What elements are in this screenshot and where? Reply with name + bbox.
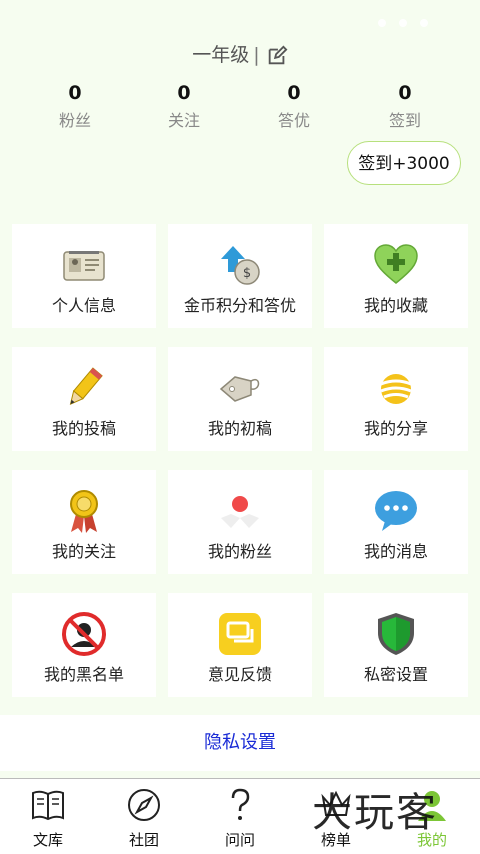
tab-label: 文库	[32, 831, 63, 849]
menu-item-label: 我的关注	[51, 542, 116, 561]
shield-icon	[378, 613, 414, 655]
tab-label: 问问	[224, 831, 255, 849]
menu-item-label: 我的收藏	[363, 296, 428, 315]
tab-clubs[interactable]: 社团	[96, 779, 192, 854]
menu-item-label: 金币积分和答优	[183, 296, 296, 315]
stat-label: 答优	[277, 111, 310, 130]
menu-item-fans[interactable]: 我的粉丝	[168, 470, 312, 574]
blocked-person-icon	[62, 612, 106, 656]
tag-icon	[219, 376, 260, 402]
menu-item-label: 意见反馈	[207, 665, 272, 684]
compass-icon	[128, 789, 160, 821]
stats-row: 0 粉丝 0 关注 0 答优 0 签到	[0, 82, 480, 132]
stat-value: 0	[287, 82, 301, 104]
watermark-logo: 大玩客	[312, 790, 438, 836]
grade-label: 一年级	[192, 44, 250, 66]
signin-button[interactable]: 签到+3000	[347, 141, 461, 185]
menu-item-label: 我的初稿	[207, 419, 272, 438]
stat-label: 签到	[388, 111, 421, 130]
stat-checkins[interactable]: 0 签到	[350, 82, 460, 131]
privacy-settings-bar: 隐私设置	[0, 715, 480, 771]
menu-item-label: 我的粉丝	[207, 542, 272, 561]
menu-item-label: 私密设置	[363, 665, 428, 684]
menu-item-submissions[interactable]: 我的投稿	[12, 347, 156, 451]
svg-text:$: $	[243, 266, 251, 281]
menu-item-shares[interactable]: 我的分享	[324, 347, 468, 451]
stat-label: 粉丝	[58, 111, 91, 130]
stat-fans[interactable]: 0 粉丝	[20, 82, 130, 131]
stat-value: 0	[177, 82, 191, 104]
grade-separator: |	[253, 44, 260, 66]
menu-item-private-settings[interactable]: 私密设置	[324, 593, 468, 697]
pencil-icon	[69, 367, 103, 405]
heart-plus-icon	[374, 244, 418, 284]
menu-item-label: 我的黑名单	[43, 665, 124, 684]
menu-item-personal-info[interactable]: 个人信息	[12, 224, 156, 328]
menu-item-feedback[interactable]: 意见反馈	[168, 593, 312, 697]
menu-item-blacklist[interactable]: 我的黑名单	[12, 593, 156, 697]
privacy-settings-link[interactable]: 隐私设置	[204, 732, 276, 753]
tab-questions[interactable]: 问问	[192, 779, 288, 854]
menu-item-messages[interactable]: 我的消息	[324, 470, 468, 574]
feedback-icon	[219, 613, 261, 655]
stat-following[interactable]: 0 关注	[129, 82, 239, 131]
menu-item-label: 我的分享	[363, 419, 428, 438]
menu-item-drafts[interactable]: 我的初稿	[168, 347, 312, 451]
edit-icon[interactable]	[266, 45, 288, 67]
grade-row: 一年级 |	[0, 40, 480, 67]
striped-ball-icon	[380, 374, 412, 404]
book-icon	[32, 790, 64, 821]
medal-icon	[70, 490, 98, 533]
tab-label: 社团	[128, 831, 159, 849]
stat-best-answers[interactable]: 0 答优	[239, 82, 349, 131]
menu-item-following[interactable]: 我的关注	[12, 470, 156, 574]
stat-value: 0	[68, 82, 82, 104]
stat-value: 0	[398, 82, 412, 104]
tab-library[interactable]: 文库	[0, 779, 96, 854]
red-dot-icon	[221, 496, 259, 528]
menu-item-label: 个人信息	[51, 296, 116, 315]
menu-item-favorites[interactable]: 我的收藏	[324, 224, 468, 328]
menu-item-coins[interactable]: $ 金币积分和答优	[168, 224, 312, 328]
profile-header: 一年级 | 0 粉丝 0 关注 0 答优 0 签到 签到+3000	[0, 0, 480, 210]
menu-item-label: 我的投稿	[51, 419, 116, 438]
chat-bubble-icon	[375, 491, 417, 531]
coin-upload-icon: $	[221, 246, 260, 285]
stat-label: 关注	[167, 111, 200, 130]
menu-item-label: 我的消息	[363, 542, 428, 561]
id-card-icon	[63, 251, 105, 281]
question-icon	[231, 788, 250, 820]
